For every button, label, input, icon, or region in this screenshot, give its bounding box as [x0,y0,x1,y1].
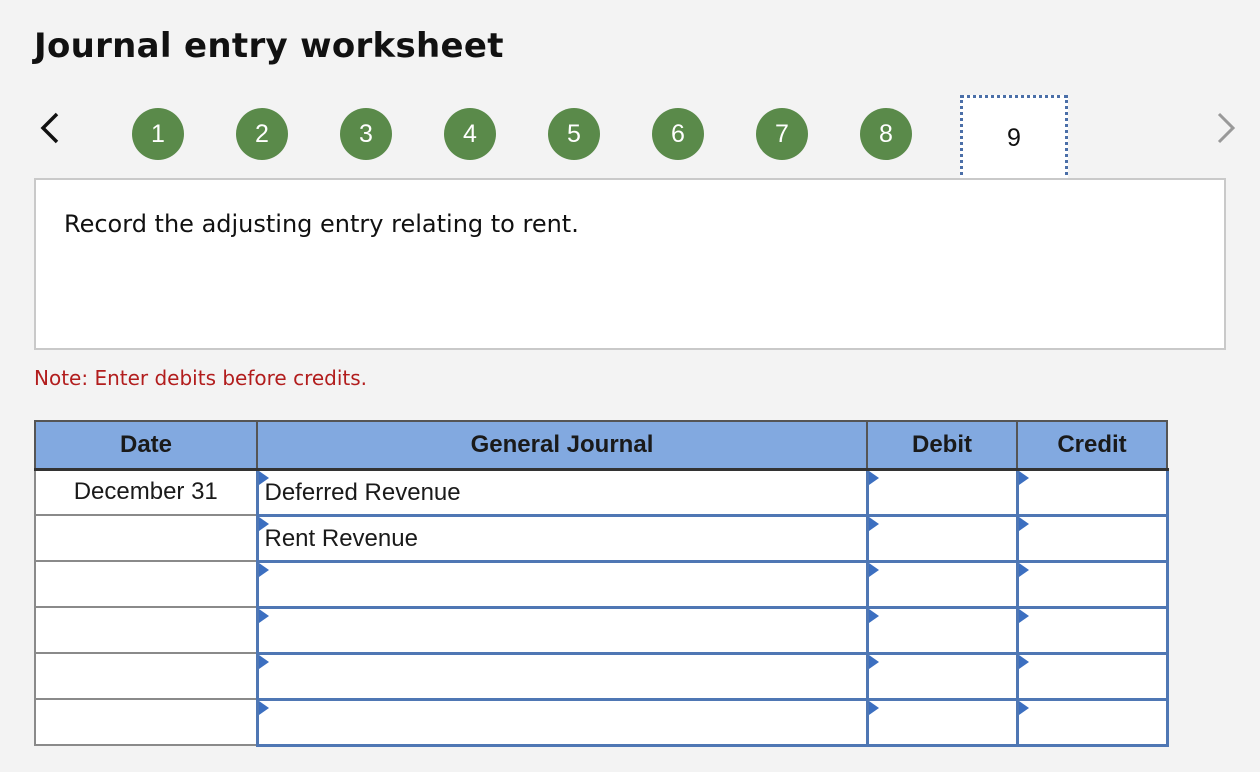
credit-input[interactable] [1015,605,1169,655]
table-row: Rent Revenue [34,513,1169,563]
note-text: Note: Enter debits before credits. [34,366,368,390]
account-input[interactable] [255,559,869,609]
chevron-left-icon[interactable] [30,108,70,148]
step-button-3[interactable]: 3 [340,108,392,160]
dropdown-indicator-icon [1018,700,1029,715]
prompt-box: Record the adjusting entry relating to r… [34,178,1226,350]
debit-input[interactable] [865,513,1019,563]
dropdown-indicator-icon [258,654,269,669]
header-general-journal: General Journal [256,420,868,471]
table-row [34,605,1169,655]
debit-input[interactable] [865,697,1019,747]
step-button-8[interactable]: 8 [860,108,912,160]
page-title: Journal entry worksheet [34,26,504,66]
step-button-current[interactable]: 9 [960,95,1068,181]
header-credit: Credit [1016,420,1168,471]
account-input[interactable] [255,605,869,655]
step-button-4[interactable]: 4 [444,108,496,160]
table-header-row: Date General Journal Debit Credit [34,420,1168,471]
dropdown-indicator-icon [1018,654,1029,669]
table-row [34,559,1169,609]
dropdown-indicator-icon [868,470,879,485]
credit-input[interactable] [1015,697,1169,747]
account-input[interactable]: Deferred Revenue [255,467,869,517]
dropdown-indicator-icon [258,562,269,577]
step-button-1[interactable]: 1 [132,108,184,160]
debit-input[interactable] [865,559,1019,609]
dropdown-indicator-icon [1018,608,1029,623]
prompt-text: Record the adjusting entry relating to r… [64,210,579,238]
credit-input[interactable] [1015,651,1169,701]
dropdown-indicator-icon [258,700,269,715]
header-debit: Debit [866,420,1018,471]
date-cell[interactable] [34,514,258,562]
table-row [34,697,1169,747]
dropdown-indicator-icon [868,700,879,715]
chevron-right-icon[interactable] [1206,108,1246,148]
date-cell[interactable]: December 31 [34,468,258,516]
date-cell[interactable] [34,652,258,700]
debit-input[interactable] [865,467,1019,517]
step-button-6[interactable]: 6 [652,108,704,160]
header-date: Date [34,420,258,471]
dropdown-indicator-icon [1018,516,1029,531]
dropdown-indicator-icon [1018,470,1029,485]
step-button-2[interactable]: 2 [236,108,288,160]
step-button-7[interactable]: 7 [756,108,808,160]
dropdown-indicator-icon [868,562,879,577]
debit-input[interactable] [865,651,1019,701]
dropdown-indicator-icon [1018,562,1029,577]
date-cell[interactable] [34,606,258,654]
account-input[interactable] [255,697,869,747]
debit-input[interactable] [865,605,1019,655]
dropdown-indicator-icon [868,516,879,531]
dropdown-indicator-icon [258,608,269,623]
date-cell[interactable] [34,560,258,608]
journal-table: Date General Journal Debit Credit Decemb… [34,420,1169,747]
account-input[interactable]: Rent Revenue [255,513,869,563]
table-row: December 31 Deferred Revenue [34,467,1169,517]
account-input[interactable] [255,651,869,701]
step-button-5[interactable]: 5 [548,108,600,160]
credit-input[interactable] [1015,467,1169,517]
date-cell[interactable] [34,698,258,746]
table-row [34,651,1169,701]
credit-input[interactable] [1015,513,1169,563]
dropdown-indicator-icon [868,654,879,669]
credit-input[interactable] [1015,559,1169,609]
dropdown-indicator-icon [868,608,879,623]
